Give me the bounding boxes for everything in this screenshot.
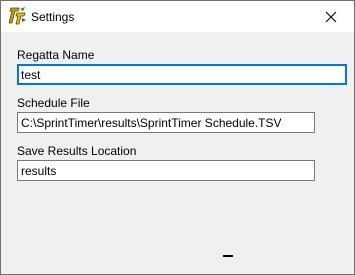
schedule-file-label: Schedule File xyxy=(17,96,90,110)
close-icon xyxy=(325,11,337,22)
window-title: Settings xyxy=(31,10,75,24)
regatta-name-label: Regatta Name xyxy=(17,48,95,62)
title-bar[interactable]: Settings xyxy=(1,1,354,32)
save-results-location-input[interactable]: results xyxy=(17,160,315,181)
schedule-file-input[interactable]: C:\SprintTimer\results\SprintTimer Sched… xyxy=(17,112,315,133)
resize-grip-mark xyxy=(223,255,233,257)
close-button[interactable] xyxy=(308,1,354,32)
settings-window: Settings Regatta Name test Schedule File… xyxy=(0,0,355,275)
save-results-location-label: Save Results Location xyxy=(17,144,137,158)
regatta-name-input[interactable]: test xyxy=(17,64,347,85)
settings-form: Regatta Name test Schedule File C:\Sprin… xyxy=(1,32,354,274)
app-icon xyxy=(8,7,27,25)
